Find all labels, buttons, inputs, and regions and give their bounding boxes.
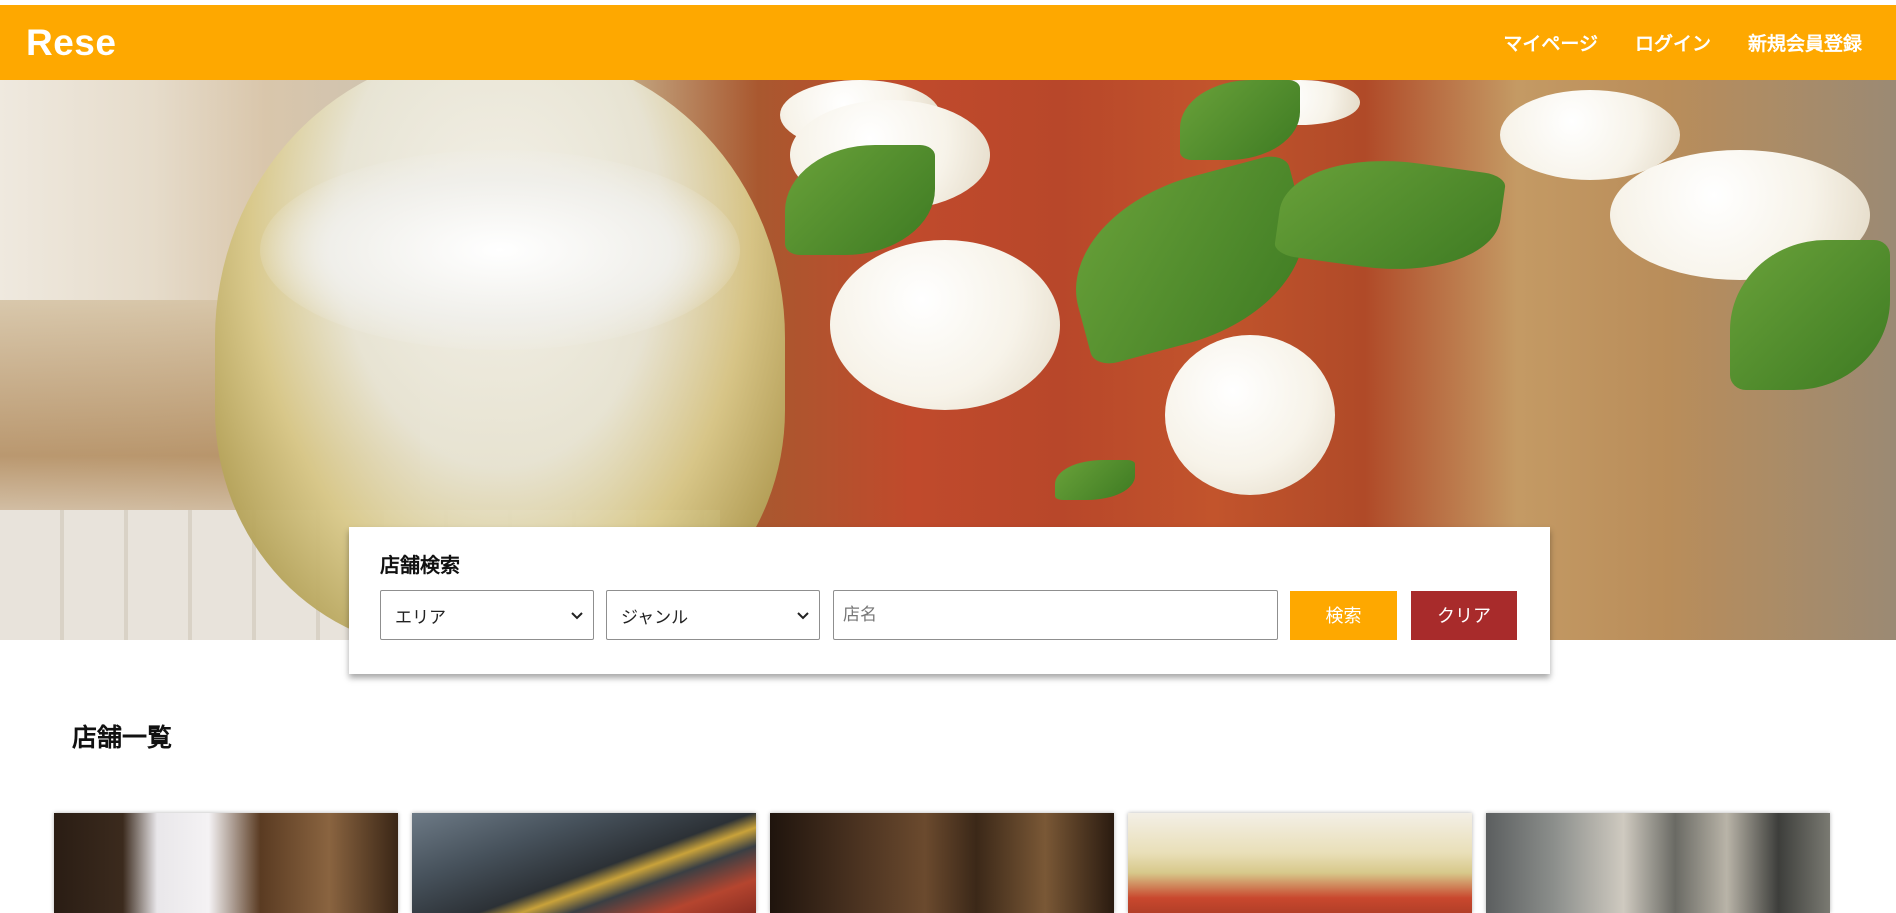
genre-select-value: ジャンル [621,607,689,628]
nav-register-link[interactable]: 新規会員登録 [1748,29,1862,56]
header-nav: マイページ ログイン 新規会員登録 [1503,29,1862,56]
site-header: Rese マイページ ログイン 新規会員登録 [0,5,1896,80]
nav-login-link[interactable]: ログイン [1635,29,1711,56]
area-select-value: エリア [395,607,446,628]
chevron-down-icon [797,612,809,620]
shop-card[interactable] [770,813,1114,913]
shop-list-title: 店舗一覧 [72,723,173,752]
search-button[interactable]: 検索 [1290,590,1397,640]
clear-button[interactable]: クリア [1411,590,1517,640]
search-row: エリア ジャンル 検索 クリア [380,590,1519,640]
hero-basil [1055,460,1135,500]
search-title: 店舗検索 [380,553,460,577]
hero-mozzarella [1165,335,1335,495]
hero-mozzarella [830,240,1060,410]
shop-card-list [54,813,1830,913]
shop-card[interactable] [54,813,398,913]
hero-basil [1180,80,1300,160]
shop-name-input[interactable] [833,590,1278,640]
logo[interactable]: Rese [26,22,116,64]
area-select[interactable]: エリア [380,590,594,640]
hero-basil [1273,145,1507,285]
hero-glass-shine [260,150,740,350]
nav-mypage-link[interactable]: マイページ [1503,29,1598,56]
shop-card[interactable] [1486,813,1830,913]
genre-select[interactable]: ジャンル [606,590,820,640]
shop-card[interactable] [1128,813,1472,913]
hero-basil [1053,151,1327,369]
search-panel: 店舗検索 エリア ジャンル 検索 クリア [349,527,1550,674]
shop-card[interactable] [412,813,756,913]
chevron-down-icon [571,612,583,620]
